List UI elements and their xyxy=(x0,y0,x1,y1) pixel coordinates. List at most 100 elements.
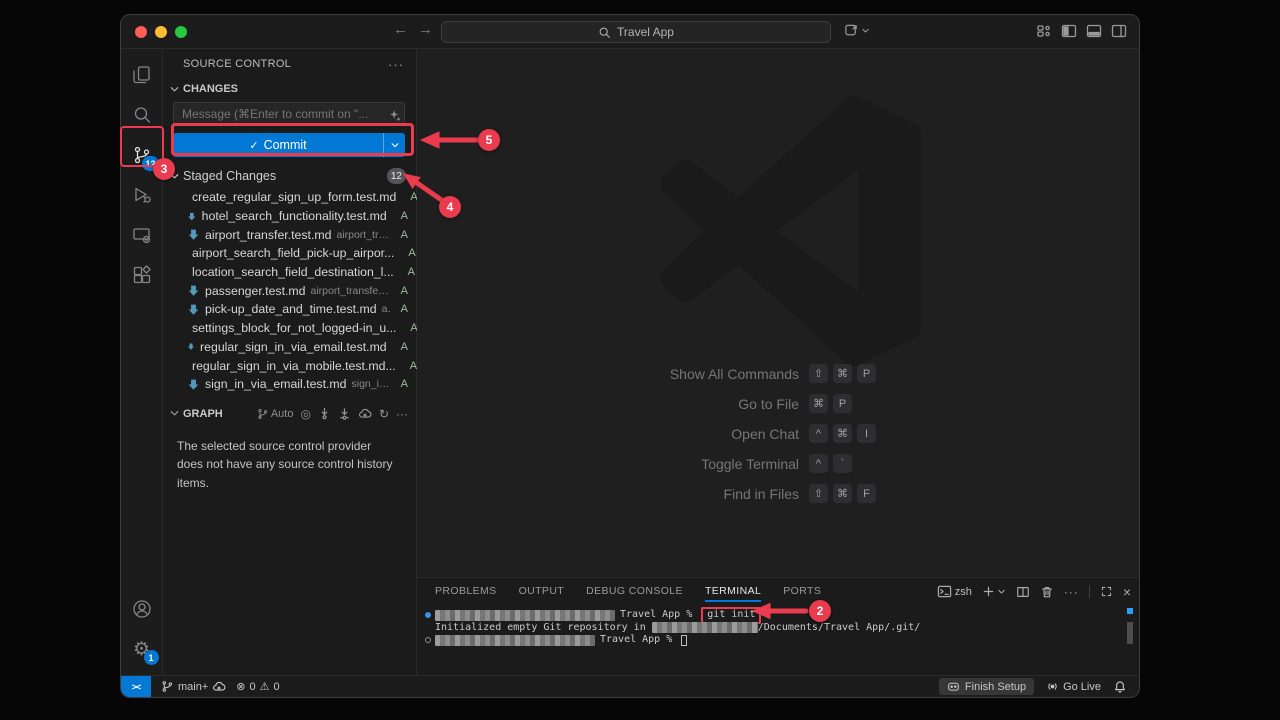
terminal-scrollbar[interactable] xyxy=(1127,622,1133,644)
terminal-line: Initialized empty Git repository in /Doc… xyxy=(417,622,1121,635)
scm-file-row[interactable]: passenger.test.mdairport_transfer_s...A xyxy=(163,281,416,300)
file-name: passenger.test.md xyxy=(205,284,305,298)
finish-setup-button[interactable]: Finish Setup xyxy=(939,678,1034,695)
nav-forward-icon[interactable]: → xyxy=(418,21,433,38)
maximize-panel-icon[interactable] xyxy=(1100,585,1113,598)
scm-file-row[interactable]: pick-up_date_and_time.test.mdairp...A xyxy=(163,300,416,319)
scm-file-row[interactable]: sign_in_via_email.test.mdsign_in_fo...A xyxy=(163,375,416,394)
staged-changes-header[interactable]: Staged Changes 12 xyxy=(163,166,416,186)
key-cap: ⌘ xyxy=(809,394,828,413)
graph-label: GRAPH xyxy=(183,408,223,420)
file-name: location_search_field_destination_l... xyxy=(192,265,394,279)
terminal-output-before: Initialized empty Git repository in xyxy=(435,622,652,635)
minimize-window-button[interactable] xyxy=(155,26,167,38)
file-name: regular_sign_in_via_email.test.md xyxy=(200,340,387,354)
file-name: settings_block_for_not_logged-in_u... xyxy=(192,321,396,335)
source-control-sidebar: SOURCE CONTROL ··· CHANGES ✓ Commit xyxy=(163,49,417,675)
close-window-button[interactable] xyxy=(135,26,147,38)
activity-search[interactable] xyxy=(121,95,163,135)
panel-tab-terminal[interactable]: TERMINAL xyxy=(705,578,761,605)
chevron-down-icon xyxy=(169,408,180,419)
graph-empty-message: The selected source control provider doe… xyxy=(177,437,400,493)
activity-explorer[interactable] xyxy=(121,55,163,95)
file-name: create_regular_sign_up_form.test.md xyxy=(192,190,396,204)
key-cap: ⌘ xyxy=(833,484,852,503)
activity-source-control[interactable]: 12 xyxy=(121,135,163,175)
activity-remote-explorer[interactable] xyxy=(121,215,163,255)
activity-accounts[interactable] xyxy=(121,589,163,629)
panel-tab-problems[interactable]: PROBLEMS xyxy=(435,578,497,605)
activity-settings[interactable]: ⚙ 1 xyxy=(121,629,163,669)
scm-file-row[interactable]: hotel_search_functionality.test.mdA xyxy=(163,207,416,226)
target-icon[interactable]: ◎ xyxy=(300,407,310,421)
key-cap: P xyxy=(857,364,876,383)
scm-file-row[interactable]: airport_search_field_pick-up_airpor...A xyxy=(163,244,416,263)
refresh-icon[interactable]: ↻ xyxy=(379,407,389,421)
branch-icon xyxy=(161,680,174,693)
go-live-button[interactable]: Go Live xyxy=(1046,680,1101,693)
key-cap: ⌘ xyxy=(833,424,852,443)
errors-count: 0 xyxy=(250,681,256,693)
command-center-search[interactable]: Travel App xyxy=(441,21,831,43)
scm-file-row[interactable]: settings_block_for_not_logged-in_u...A xyxy=(163,319,416,338)
activity-extensions[interactable] xyxy=(121,255,163,295)
fetch-icon[interactable] xyxy=(318,407,331,420)
chevron-down-icon xyxy=(169,84,180,95)
bottom-panel: PROBLEMS OUTPUT DEBUG CONSOLE TERMINAL PORTS… xyxy=(417,577,1140,677)
scm-file-list: create_regular_sign_up_form.test.mdAhote… xyxy=(163,188,416,394)
branch-status-item[interactable]: main+ xyxy=(161,680,226,694)
zoom-window-button[interactable] xyxy=(175,26,187,38)
staged-count-badge: 12 xyxy=(387,168,406,184)
cloud-push-icon[interactable] xyxy=(358,407,372,421)
sparkle-icon[interactable] xyxy=(388,109,402,123)
file-name: airport_search_field_pick-up_airpor... xyxy=(192,246,394,260)
key-cap: ⇧ xyxy=(809,364,828,383)
scm-file-row[interactable]: location_search_field_destination_l...A xyxy=(163,263,416,282)
toggle-secondary-sidebar-icon[interactable] xyxy=(1111,23,1127,39)
scm-file-row[interactable]: regular_sign_in_via_email.test.mdsi...A xyxy=(163,338,416,357)
panel-tab-output[interactable]: OUTPUT xyxy=(519,578,565,605)
scrollbar-command-mark xyxy=(1127,608,1133,614)
panel-more-icon[interactable]: ··· xyxy=(1064,585,1079,599)
activity-run-debug[interactable] xyxy=(121,175,163,215)
split-terminal-icon[interactable] xyxy=(1016,585,1030,599)
kill-terminal-icon[interactable] xyxy=(1040,585,1054,599)
account-icon xyxy=(131,598,153,620)
more-actions-icon[interactable]: ··· xyxy=(388,57,404,72)
chevron-down-icon xyxy=(169,171,180,182)
commit-message-input[interactable] xyxy=(173,102,405,125)
scm-file-row[interactable]: airport_transfer.test.mdairport_trans...… xyxy=(163,225,416,244)
toggle-panel-icon[interactable] xyxy=(1086,23,1102,39)
scm-file-row[interactable]: regular_sign_in_via_mobile.test.md...A xyxy=(163,356,416,375)
file-status: A xyxy=(397,341,408,353)
terminal-instance[interactable]: zsh xyxy=(937,584,972,599)
problems-status-item[interactable]: ⊗ 0 ⚠ 0 xyxy=(236,680,279,693)
file-status: A xyxy=(397,303,408,315)
vscode-window: ← → Travel App xyxy=(120,14,1140,698)
close-panel-icon[interactable]: × xyxy=(1123,584,1131,600)
commit-dropdown-button[interactable] xyxy=(383,133,405,157)
changes-section-header[interactable]: CHANGES xyxy=(163,79,416,99)
customize-layout-icon[interactable] xyxy=(1036,23,1052,39)
terminal-prompt: Travel App % xyxy=(620,609,698,622)
copilot-chat-button[interactable] xyxy=(844,23,870,38)
nav-back-icon[interactable]: ← xyxy=(393,21,408,38)
new-terminal-button[interactable] xyxy=(982,585,1006,598)
staged-changes-label: Staged Changes xyxy=(183,169,276,183)
graph-section-header[interactable]: GRAPH Auto ◎ ↻ ··· xyxy=(163,404,416,424)
panel-tab-debug-console[interactable]: DEBUG CONSOLE xyxy=(586,578,683,605)
terminal-content[interactable]: Travel App % git init Initialized empty … xyxy=(417,609,1121,677)
graph-auto-toggle[interactable]: Auto xyxy=(257,408,294,420)
pull-icon[interactable] xyxy=(338,407,351,420)
scm-file-row[interactable]: create_regular_sign_up_form.test.mdA xyxy=(163,188,416,207)
file-status: A xyxy=(406,360,417,372)
title-bar: ← → Travel App xyxy=(121,15,1139,49)
keyboard-shortcuts-watermark: Show All Commands⇧⌘PGo to File⌘POpen Cha… xyxy=(417,363,1140,513)
remote-indicator[interactable]: >< xyxy=(121,676,151,697)
panel-tab-ports[interactable]: PORTS xyxy=(783,578,821,605)
go-live-label: Go Live xyxy=(1063,681,1101,693)
notifications-bell-icon[interactable] xyxy=(1113,680,1127,694)
graph-more-icon[interactable]: ··· xyxy=(396,407,408,421)
commit-button[interactable]: ✓ Commit xyxy=(173,133,405,157)
toggle-primary-sidebar-icon[interactable] xyxy=(1061,23,1077,39)
